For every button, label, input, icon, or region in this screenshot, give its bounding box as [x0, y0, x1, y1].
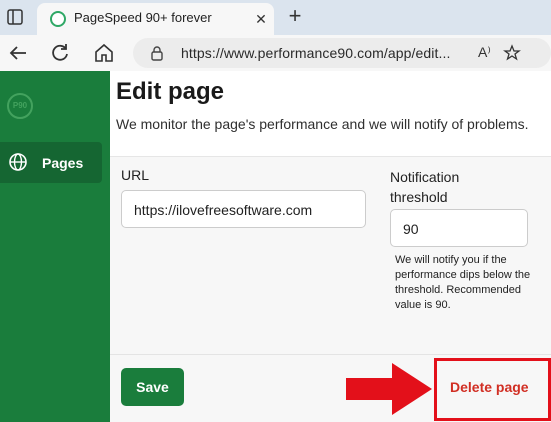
- active-tab[interactable]: PageSpeed 90+ forever ✕: [37, 3, 274, 35]
- address-bar[interactable]: https://www.performance90.com/app/edit..…: [133, 38, 551, 68]
- refresh-icon[interactable]: [48, 41, 72, 65]
- delete-page-button[interactable]: Delete page: [450, 379, 529, 395]
- back-icon[interactable]: [6, 41, 30, 65]
- app-logo: P90: [7, 93, 33, 119]
- close-tab-icon[interactable]: ✕: [253, 11, 269, 27]
- save-button[interactable]: Save: [121, 368, 184, 406]
- sidebar: P90 Pages: [0, 71, 110, 422]
- browser-toolbar: https://www.performance90.com/app/edit..…: [0, 35, 551, 71]
- url-input[interactable]: https://ilovefreesoftware.com: [121, 190, 366, 228]
- page-description: We monitor the page's performance and we…: [116, 116, 529, 132]
- threshold-input[interactable]: 90: [390, 209, 528, 247]
- annotation-arrow-icon: [346, 363, 432, 415]
- lock-icon[interactable]: [149, 45, 165, 61]
- page-title: Edit page: [116, 78, 225, 105]
- site-favicon-icon: [50, 11, 66, 27]
- threshold-help-text: We will notify you if the performance di…: [395, 254, 531, 311]
- sidebar-item-label: Pages: [42, 155, 84, 171]
- address-url: https://www.performance90.com/app/edit..…: [181, 45, 451, 61]
- main-content: Edit page We monitor the page's performa…: [110, 71, 551, 422]
- tab-strip: PageSpeed 90+ forever ✕ +: [0, 0, 551, 35]
- edit-form-card: URL https://ilovefreesoftware.com Notifi…: [110, 156, 551, 422]
- sidebar-item-pages[interactable]: Pages: [0, 142, 102, 183]
- add-favorite-icon[interactable]: [503, 43, 523, 63]
- tab-title: PageSpeed 90+ forever: [74, 10, 212, 25]
- new-tab-icon[interactable]: +: [284, 5, 306, 27]
- globe-icon: [9, 153, 27, 171]
- threshold-label: Notification threshold: [390, 169, 460, 205]
- form-divider: [110, 354, 551, 355]
- home-icon[interactable]: [92, 41, 116, 65]
- url-label: URL: [121, 167, 150, 183]
- tab-actions-icon[interactable]: [6, 8, 24, 26]
- read-aloud-icon[interactable]: A⁾: [478, 44, 498, 62]
